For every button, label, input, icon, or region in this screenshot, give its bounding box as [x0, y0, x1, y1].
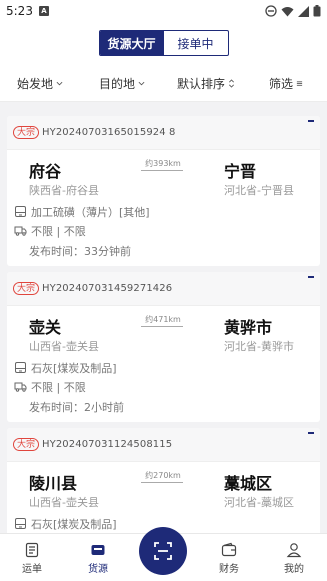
cargo-icon: [15, 362, 26, 373]
segmented-control: 货源大厅 接单中: [98, 30, 229, 56]
route: 陵川县 山西省-壶关县 约270km 藁城区 河北省-藁城区: [7, 462, 320, 514]
filter-icon: [296, 81, 303, 86]
distance-line: [141, 170, 183, 171]
vehicle-row: 不限 | 不限: [7, 221, 320, 240]
tab-finance-label: 财务: [219, 563, 239, 575]
scan-button[interactable]: [139, 527, 187, 575]
order-number: HY20240703165015924 8: [42, 127, 176, 138]
cargo-type: 石灰[煤炭及制品]: [31, 517, 117, 531]
battery-icon: [313, 5, 321, 17]
wifi-icon: [281, 6, 294, 16]
destination-province: 河北省-黄骅市: [224, 340, 294, 353]
tab-waybill[interactable]: 运单: [7, 534, 57, 581]
chevron-down-icon: [56, 81, 63, 86]
destination-city: 黄骅市: [224, 318, 273, 337]
status-time: 5:23: [6, 4, 33, 18]
cargo-icon: [15, 518, 26, 529]
publish-time: 发布时间：2小时前: [29, 401, 124, 414]
notification-icon: A: [38, 6, 49, 16]
origin-province: 山西省-壶关县: [29, 496, 99, 509]
origin-city: 陵川县: [29, 474, 78, 493]
tab-cargo[interactable]: 货源: [73, 534, 123, 581]
origin-city: 壶关: [29, 318, 62, 337]
chevron-down-icon: [138, 81, 145, 86]
tab-cargo-hall[interactable]: 货源大厅: [99, 31, 164, 55]
destination-city: 宁晋: [224, 162, 257, 181]
route: 府谷 陕西省-府谷县 约393km 宁晋 河北省-宁晋县: [7, 150, 320, 202]
order-card[interactable]: 大宗 HY20240703165015924 8 府谷 陕西省-府谷县 约393…: [7, 116, 320, 266]
cargo-type: 加工硫磺（薄片）[其他]: [31, 205, 150, 219]
more-icon[interactable]: [308, 432, 314, 434]
bulk-badge: 大宗: [13, 126, 40, 139]
vehicle-spec: 不限 | 不限: [31, 224, 86, 238]
tab-waybill-label: 运单: [22, 563, 42, 575]
filter-origin-label: 始发地: [17, 77, 54, 91]
filter-bar: 始发地 目的地 默认排序 筛选: [0, 64, 327, 102]
filter-sort-label: 默认排序: [177, 77, 226, 91]
tab-mine[interactable]: 我的: [269, 534, 319, 581]
distance: 约270km: [145, 471, 181, 480]
order-card-header: 大宗 HY202407031124508115: [7, 428, 320, 462]
distance-line: [141, 482, 183, 483]
bulk-badge: 大宗: [13, 282, 40, 295]
tab-mine-label: 我的: [284, 563, 304, 575]
order-number: HY202407031124508115: [42, 439, 173, 450]
distance: 约393km: [145, 159, 181, 168]
more-icon[interactable]: [308, 120, 314, 122]
filter-sort[interactable]: 默认排序: [177, 75, 235, 92]
profile-icon: [286, 542, 302, 557]
destination-province: 河北省-藁城区: [224, 496, 294, 509]
tab-cargo-label: 货源: [88, 563, 108, 575]
top-header: 货源大厅 接单中: [0, 22, 327, 64]
finance-icon: [221, 542, 237, 556]
filter-destination-label: 目的地: [99, 77, 136, 91]
vehicle-row: 不限 | 不限: [7, 377, 320, 396]
scan-icon: [154, 542, 172, 560]
tab-accepting[interactable]: 接单中: [164, 31, 228, 55]
dnd-icon: [265, 5, 277, 17]
origin-province: 山西省-壶关县: [29, 340, 99, 353]
signal-icon: [298, 5, 309, 17]
order-card[interactable]: 大宗 HY202407031124508115 陵川县 山西省-壶关县 约270…: [7, 428, 320, 538]
order-card[interactable]: 大宗 HY202407031459271426 壶关 山西省-壶关县 约471k…: [7, 272, 320, 422]
cargo-row: 石灰[煤炭及制品]: [7, 358, 320, 377]
bulk-badge: 大宗: [13, 438, 40, 451]
distance-line: [141, 326, 183, 327]
truck-icon: [14, 382, 27, 392]
filter-screen[interactable]: 筛选: [269, 75, 303, 92]
destination-province: 河北省-宁晋县: [224, 184, 294, 197]
order-number: HY202407031459271426: [42, 283, 173, 294]
origin-city: 府谷: [29, 162, 62, 181]
document-icon: [25, 542, 39, 557]
tab-finance[interactable]: 财务: [204, 534, 254, 581]
cargo-icon: [15, 206, 26, 217]
wallet-icon: [91, 544, 105, 555]
origin-province: 陕西省-府谷县: [29, 184, 99, 197]
publish-time: 发布时间：33分钟前: [29, 245, 131, 258]
filter-screen-label: 筛选: [269, 77, 294, 91]
more-icon[interactable]: [308, 276, 314, 278]
route: 壶关 山西省-壶关县 约471km 黄骅市 河北省-黄骅市: [7, 306, 320, 358]
status-bar: 5:23 A: [0, 0, 327, 22]
sort-icon: [229, 79, 235, 88]
cargo-type: 石灰[煤炭及制品]: [31, 361, 117, 375]
cargo-row: 加工硫磺（薄片）[其他]: [7, 202, 320, 221]
filter-destination[interactable]: 目的地: [99, 75, 145, 92]
filter-origin[interactable]: 始发地: [17, 75, 63, 92]
order-card-header: 大宗 HY20240703165015924 8: [7, 116, 320, 150]
order-card-header: 大宗 HY202407031459271426: [7, 272, 320, 306]
distance: 约471km: [145, 315, 181, 324]
destination-city: 藁城区: [224, 474, 273, 493]
truck-icon: [14, 226, 27, 236]
status-icons: [265, 5, 321, 17]
vehicle-spec: 不限 | 不限: [31, 380, 86, 394]
